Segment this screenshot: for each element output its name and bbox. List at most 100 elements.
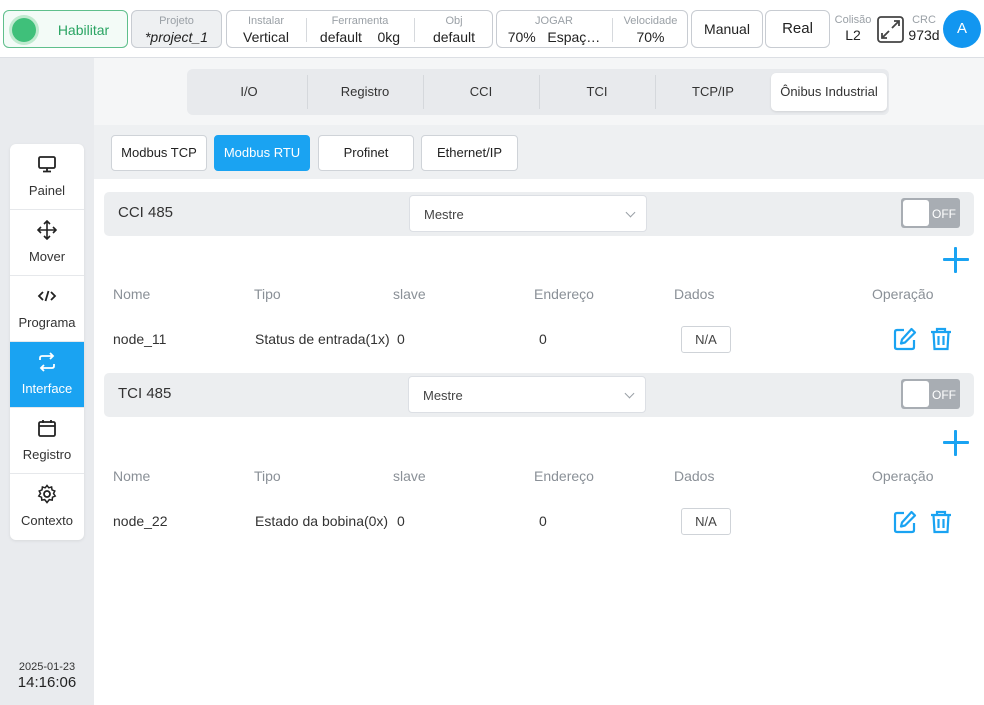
column-header-data: Dados bbox=[674, 468, 715, 484]
tab-tci[interactable]: TCI bbox=[539, 73, 655, 111]
manual-mode-button[interactable]: Manual bbox=[691, 10, 763, 48]
sidebar-item-registro[interactable]: Registro bbox=[10, 408, 84, 474]
trash-icon[interactable] bbox=[929, 327, 953, 351]
tool-label: Ferramenta bbox=[331, 15, 389, 27]
status-dot-icon bbox=[12, 18, 36, 42]
crc-value: 973d bbox=[908, 27, 940, 43]
chevron-down-icon bbox=[624, 388, 635, 399]
cell-name: node_22 bbox=[113, 513, 168, 529]
top-bar: Habilitar Projeto *project_1 Instalar Ve… bbox=[0, 0, 984, 58]
column-header-address: Endereço bbox=[534, 286, 594, 302]
install-value: Vertical bbox=[243, 29, 289, 45]
time-display: 14:16:06 bbox=[17, 674, 77, 691]
collision-label: Colisão bbox=[834, 14, 872, 26]
sidebar-item-mover[interactable]: Mover bbox=[10, 210, 84, 276]
section-header-tci-485: TCI 485 Mestre OFF bbox=[104, 373, 974, 417]
jog-value: 70% bbox=[507, 29, 536, 45]
collision-value: L2 bbox=[845, 27, 861, 43]
swap-icon bbox=[39, 352, 55, 372]
tool-value: default bbox=[319, 29, 362, 45]
add-node-button[interactable] bbox=[943, 430, 969, 456]
column-header-slave: slave bbox=[393, 468, 426, 484]
tab-tcp-ip[interactable]: TCP/IP bbox=[655, 73, 771, 111]
edit-icon[interactable] bbox=[893, 510, 917, 534]
tab-io[interactable]: I/O bbox=[191, 73, 307, 111]
protocol-bar: Modbus TCP Modbus RTU Profinet Ethernet/… bbox=[94, 125, 984, 179]
column-header-type: Tipo bbox=[254, 468, 281, 484]
move-icon bbox=[37, 220, 57, 240]
sidebar-item-programa[interactable]: Programa bbox=[10, 276, 84, 342]
chevron-down-icon bbox=[625, 207, 636, 218]
subtab-modbus-rtu[interactable]: Modbus RTU bbox=[214, 135, 310, 171]
crc-indicator: CRC 973d bbox=[906, 14, 942, 43]
tab-cci[interactable]: CCI bbox=[423, 73, 539, 111]
jog-cell[interactable]: JOGAR 70% Espaç… bbox=[497, 11, 611, 47]
subtab-modbus-tcp[interactable]: Modbus TCP bbox=[111, 135, 207, 171]
cell-address: 0 bbox=[539, 513, 547, 529]
gear-icon bbox=[37, 484, 57, 504]
speed-value: 70% bbox=[636, 29, 665, 45]
sidebar: Painel Mover Programa Interface Registro bbox=[10, 144, 84, 540]
mode-select[interactable]: Mestre bbox=[408, 376, 646, 413]
cell-name: node_11 bbox=[113, 331, 167, 347]
column-header-type: Tipo bbox=[254, 286, 281, 302]
column-header-data: Dados bbox=[674, 286, 715, 302]
project-selector[interactable]: Projeto *project_1 bbox=[131, 10, 222, 48]
enable-toggle[interactable]: OFF bbox=[901, 379, 960, 409]
subtab-ethernet-ip[interactable]: Ethernet/IP bbox=[421, 135, 518, 171]
date-display: 2025-01-23 bbox=[18, 661, 76, 673]
cell-data: N/A bbox=[681, 326, 731, 353]
column-header-operation: Operação bbox=[872, 286, 934, 302]
expand-icon[interactable] bbox=[877, 16, 904, 43]
crc-label: CRC bbox=[912, 14, 936, 26]
jog-mode: Espaç… bbox=[547, 29, 601, 45]
sidebar-item-label: Interface bbox=[21, 381, 73, 396]
mode-select-value: Mestre bbox=[424, 207, 464, 222]
section-title: TCI 485 bbox=[118, 385, 172, 402]
enable-label: Habilitar bbox=[57, 22, 110, 38]
mode-select[interactable]: Mestre bbox=[409, 195, 647, 232]
add-node-button[interactable] bbox=[943, 247, 969, 273]
project-value: *project_1 bbox=[144, 29, 209, 45]
cell-type: Status de entrada(1x) bbox=[255, 331, 390, 347]
jog-label: JOGAR bbox=[535, 15, 573, 27]
trash-icon[interactable] bbox=[929, 510, 953, 534]
edit-icon[interactable] bbox=[893, 327, 917, 351]
column-header-address: Endereço bbox=[534, 468, 594, 484]
tool-cell[interactable]: Ferramenta default 0kg bbox=[307, 11, 413, 47]
cell-data: N/A bbox=[681, 508, 731, 535]
monitor-icon bbox=[38, 156, 56, 173]
install-cell[interactable]: Instalar Vertical bbox=[227, 11, 305, 47]
collision-indicator[interactable]: Colisão L2 bbox=[833, 14, 873, 43]
column-header-name: Nome bbox=[113, 286, 151, 302]
sidebar-item-label: Mover bbox=[28, 249, 66, 264]
sidebar-item-label: Painel bbox=[28, 183, 66, 198]
column-header-operation: Operação bbox=[872, 468, 934, 484]
main-panel: I/O Registro CCI TCI TCP/IP Ônibus Indus… bbox=[94, 58, 984, 705]
sidebar-item-label: Registro bbox=[22, 447, 72, 462]
sidebar-item-label: Programa bbox=[18, 315, 76, 330]
column-header-name: Nome bbox=[113, 468, 151, 484]
sidebar-item-contexto[interactable]: Contexto bbox=[10, 474, 84, 540]
section-header-cci-485: CCI 485 Mestre OFF bbox=[104, 192, 974, 236]
install-label: Instalar bbox=[247, 15, 285, 27]
cell-type: Estado da bobina(0x) bbox=[255, 513, 389, 529]
avatar[interactable]: A bbox=[943, 10, 981, 48]
sidebar-item-label: Contexto bbox=[20, 513, 74, 528]
tab-bar: I/O Registro CCI TCI TCP/IP Ônibus Indus… bbox=[187, 69, 889, 115]
sidebar-item-painel[interactable]: Painel bbox=[10, 144, 84, 210]
speed-cell[interactable]: Velocidade 70% bbox=[613, 11, 688, 47]
subtab-profinet[interactable]: Profinet bbox=[318, 135, 414, 171]
code-icon bbox=[37, 290, 57, 302]
cell-address: 0 bbox=[539, 331, 547, 347]
sidebar-item-interface[interactable]: Interface bbox=[10, 342, 84, 408]
enable-button[interactable]: Habilitar bbox=[3, 10, 128, 48]
cell-slave: 0 bbox=[397, 331, 405, 347]
install-tool-panel[interactable]: Instalar Vertical Ferramenta default 0kg… bbox=[226, 10, 493, 48]
tab-registro[interactable]: Registro bbox=[307, 73, 423, 111]
obj-cell[interactable]: Obj default bbox=[415, 11, 493, 47]
real-mode-button[interactable]: Real bbox=[765, 10, 830, 48]
jog-speed-panel[interactable]: JOGAR 70% Espaç… Velocidade 70% bbox=[496, 10, 688, 48]
enable-toggle[interactable]: OFF bbox=[901, 198, 960, 228]
tab-industrial-bus[interactable]: Ônibus Industrial bbox=[771, 73, 887, 111]
